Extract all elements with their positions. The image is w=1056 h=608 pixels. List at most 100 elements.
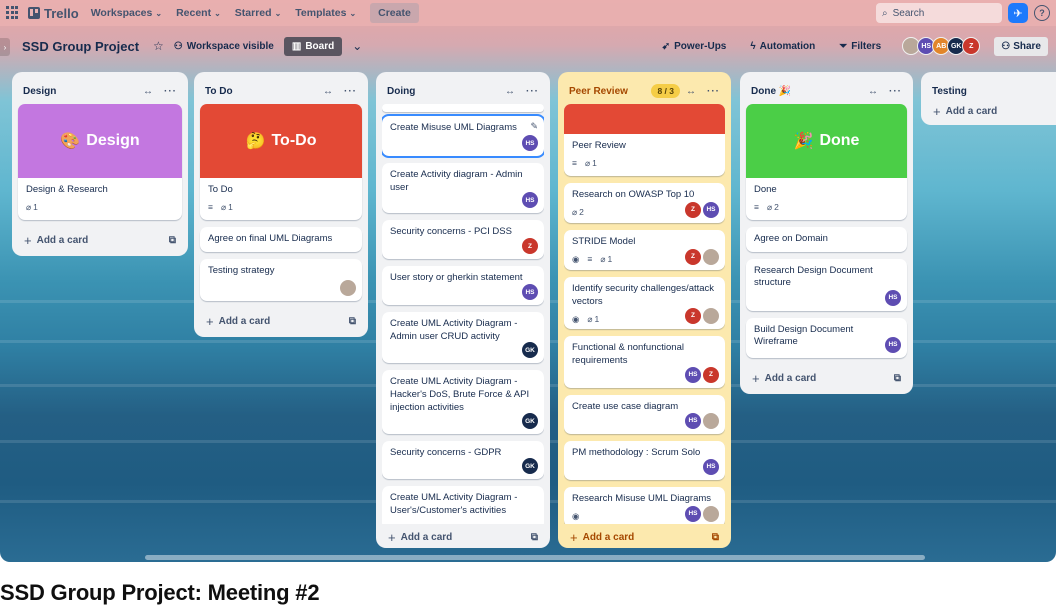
- add-card-button[interactable]: + Add a card ⧉: [564, 524, 725, 545]
- card-customer-activities[interactable]: Create UML Activity Diagram - User's/Cus…: [382, 486, 544, 524]
- add-card-button[interactable]: + Add a card ⧉: [746, 365, 907, 386]
- collapse-icon[interactable]: ↔: [505, 86, 516, 97]
- card-hacker-dos[interactable]: Create UML Activity Diagram - Hacker's D…: [382, 370, 544, 434]
- more-icon[interactable]: ···: [526, 86, 539, 97]
- member-avatar-z[interactable]: Z: [685, 307, 701, 324]
- card-design-doc-structure[interactable]: Research Design Document structure HS: [746, 258, 907, 311]
- menu-recent[interactable]: Recent ⌄: [176, 7, 221, 19]
- board-members[interactable]: HS AB GK Z: [902, 37, 981, 55]
- list-header[interactable]: Done 🎉 ↔ ···: [746, 78, 907, 104]
- collapse-icon[interactable]: ↔: [323, 86, 334, 97]
- card-use-case[interactable]: Create use case diagram HS: [564, 394, 725, 434]
- board-view-button[interactable]: ▥ Board: [283, 36, 343, 56]
- filters-button[interactable]: ⏷ Filters: [839, 41, 881, 52]
- member-avatar[interactable]: Z: [522, 238, 538, 254]
- member-avatar-photo[interactable]: [703, 412, 719, 429]
- more-icon[interactable]: ···: [889, 86, 902, 97]
- horizontal-scrollbar[interactable]: [145, 555, 925, 560]
- card-todo[interactable]: 🤔 To-Do To Do ≡ ⌀ 1: [200, 104, 362, 220]
- more-icon[interactable]: ···: [344, 86, 357, 97]
- template-icon[interactable]: ⧉: [169, 235, 176, 246]
- card-agree-domain[interactable]: Agree on Domain: [746, 226, 907, 252]
- create-button[interactable]: Create: [370, 3, 419, 23]
- member-avatar[interactable]: GK: [522, 413, 538, 429]
- card-partial[interactable]: [382, 104, 544, 112]
- list-title[interactable]: Doing: [387, 86, 505, 97]
- card-pci-dss[interactable]: Security concerns - PCI DSS Z: [382, 220, 544, 259]
- board-title[interactable]: SSD Group Project: [22, 39, 139, 54]
- share-button[interactable]: ⚇ Share: [994, 36, 1048, 56]
- member-avatar[interactable]: HS: [522, 192, 538, 208]
- add-card-button[interactable]: + Add a card ⧉: [200, 308, 362, 329]
- chevron-down-icon[interactable]: ⌄: [352, 39, 362, 53]
- card-agree-uml[interactable]: Agree on final UML Diagrams: [200, 226, 362, 252]
- member-avatar-hs[interactable]: HS: [685, 412, 701, 429]
- card-security-challenges[interactable]: Identify security challenges/attack vect…: [564, 276, 725, 329]
- menu-workspaces[interactable]: Workspaces ⌄: [91, 7, 162, 19]
- list-header[interactable]: Doing ↔ ···: [382, 78, 544, 104]
- member-avatar[interactable]: HS: [885, 336, 901, 353]
- collapse-icon[interactable]: ↔: [868, 86, 879, 97]
- card-functional-requirements[interactable]: Functional & nonfunctional requirements …: [564, 335, 725, 388]
- card-activity-admin[interactable]: Create Activity diagram - Admin user HS: [382, 163, 544, 213]
- member-avatar-z[interactable]: Z: [685, 248, 701, 265]
- member-avatar[interactable]: HS: [522, 135, 538, 151]
- collapse-icon[interactable]: ↔: [686, 86, 697, 97]
- more-icon[interactable]: ···: [707, 86, 720, 97]
- template-icon[interactable]: ⧉: [712, 532, 719, 543]
- card-owasp[interactable]: Research on OWASP Top 10 ⌀ 2 Z HS: [564, 182, 725, 223]
- card-design[interactable]: 🎨 Design Design & Research ⌀ 1: [18, 104, 182, 220]
- template-icon[interactable]: ⧉: [349, 316, 356, 327]
- visibility-button[interactable]: ⚇ Workspace visible: [174, 41, 274, 52]
- member-avatar[interactable]: HS: [522, 284, 538, 300]
- automation-button[interactable]: ϟ Automation: [750, 41, 815, 52]
- member-avatar-z[interactable]: Z: [703, 366, 719, 383]
- list-title[interactable]: Done 🎉: [751, 86, 868, 97]
- power-ups-button[interactable]: ➹ Power-Ups: [662, 41, 727, 52]
- list-header[interactable]: To Do ↔ ···: [200, 78, 362, 104]
- member-avatar[interactable]: HS: [885, 289, 901, 306]
- list-title[interactable]: Design: [23, 86, 143, 97]
- card-testing-strategy[interactable]: Testing strategy: [200, 258, 362, 301]
- app-switcher-icon[interactable]: [6, 6, 20, 20]
- member-avatar-hs[interactable]: HS: [703, 201, 719, 218]
- add-card-button[interactable]: + Add a card ⧉: [382, 524, 544, 545]
- list-header[interactable]: Peer Review 8 / 3 ↔ ···: [564, 78, 725, 104]
- card-pm-methodology[interactable]: PM methodology : Scrum Solo HS: [564, 440, 725, 480]
- member-avatar-photo[interactable]: [703, 248, 719, 265]
- member-avatar-photo[interactable]: [340, 279, 356, 296]
- collapse-icon[interactable]: ↔: [143, 86, 154, 97]
- list-header[interactable]: Testing: [927, 78, 1056, 104]
- card-stride[interactable]: STRIDE Model ◉ ≡ ⌀ 1 Z: [564, 229, 725, 270]
- list-title[interactable]: To Do: [205, 86, 323, 97]
- member-avatar-hs[interactable]: HS: [685, 505, 701, 522]
- card-user-story[interactable]: User story or gherkin statement HS: [382, 266, 544, 305]
- card-admin-crud[interactable]: Create UML Activity Diagram - Admin user…: [382, 312, 544, 363]
- card-design-doc-wireframe[interactable]: Build Design Document Wireframe HS: [746, 317, 907, 358]
- list-title[interactable]: Testing: [932, 86, 1056, 97]
- template-icon[interactable]: ⧉: [531, 532, 538, 543]
- list-title[interactable]: Peer Review: [569, 86, 651, 97]
- card-misuse-uml[interactable]: Create Misuse UML Diagrams ✎ HS: [382, 114, 544, 158]
- edit-pencil-icon[interactable]: ✎: [530, 121, 538, 132]
- member-avatar-photo[interactable]: [703, 307, 719, 324]
- member-avatar[interactable]: GK: [522, 458, 538, 474]
- notifications-icon[interactable]: ✈: [1008, 3, 1028, 23]
- help-icon[interactable]: ?: [1034, 5, 1050, 21]
- card-gdpr[interactable]: Security concerns - GDPR GK: [382, 441, 544, 479]
- card-peer-review[interactable]: Peer Review ≡ ⌀ 1: [564, 104, 725, 176]
- menu-starred[interactable]: Starred ⌄: [235, 7, 281, 19]
- member-avatar[interactable]: GK: [522, 342, 538, 358]
- menu-templates[interactable]: Templates ⌄: [295, 7, 356, 19]
- add-card-button[interactable]: + Add a card: [927, 104, 1056, 119]
- template-icon[interactable]: ⧉: [894, 373, 901, 384]
- add-card-button[interactable]: + Add a card ⧉: [18, 227, 182, 248]
- star-icon[interactable]: ☆: [153, 39, 164, 53]
- trello-logo[interactable]: Trello: [28, 6, 79, 21]
- member-avatar-hs[interactable]: HS: [685, 366, 701, 383]
- more-icon[interactable]: ···: [164, 86, 177, 97]
- list-header[interactable]: Design ↔ ···: [18, 78, 182, 104]
- search-input[interactable]: ⌕ Search: [876, 3, 1002, 23]
- card-research-misuse[interactable]: Research Misuse UML Diagrams ◉ HS: [564, 486, 725, 524]
- card-done[interactable]: 🎉 Done Done ≡ ⌀ 2: [746, 104, 907, 220]
